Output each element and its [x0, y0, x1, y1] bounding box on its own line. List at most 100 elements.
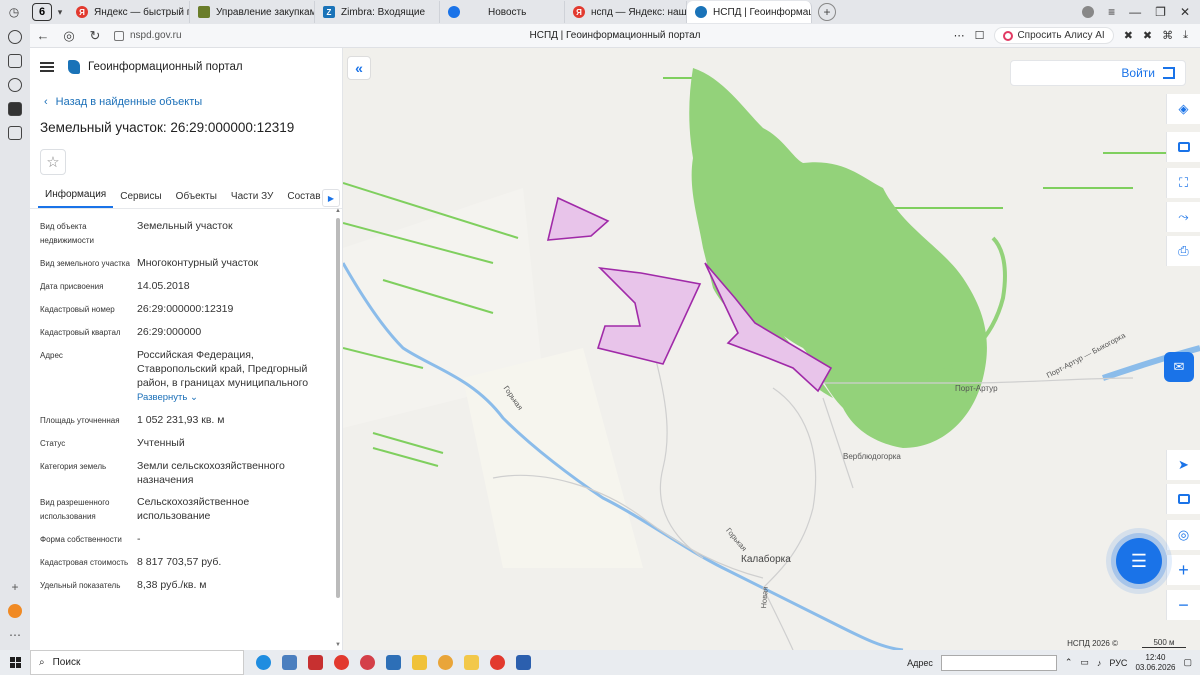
scroll-down-arrow-icon[interactable]: ▼	[335, 642, 341, 648]
tab-information[interactable]: Информация	[38, 189, 114, 208]
clock[interactable]: 12:40 03.06.2026	[1135, 653, 1175, 673]
taskbar-app[interactable]	[302, 650, 328, 675]
property-row: Вид объекта недвижимости Земельный участ…	[40, 219, 342, 248]
login-button[interactable]: Войти	[1010, 60, 1186, 86]
clock-icon[interactable]	[8, 30, 22, 44]
yandex-browser-icon	[333, 655, 349, 670]
tab-counter[interactable]: 6	[32, 3, 52, 21]
extension-icon[interactable]: ✖	[1124, 29, 1133, 42]
browser-logo-icon[interactable]	[8, 604, 22, 618]
browser-tab[interactable]: Я нспд — Яндекс: нашлось	[565, 1, 687, 23]
taskbar-app[interactable]	[276, 650, 302, 675]
restore-icon[interactable]: ❐	[1155, 5, 1166, 19]
tab-services[interactable]: Сервисы	[113, 191, 168, 208]
expand-address-link[interactable]: Развернуть ⌄	[137, 391, 317, 405]
taskbar-app[interactable]	[510, 650, 536, 675]
address-text: Российская Федерация, Ставропольский кра…	[137, 349, 309, 389]
taskbar-search[interactable]: ⌕ Поиск	[30, 650, 244, 675]
plus-icon[interactable]: +	[11, 580, 18, 594]
assistant-chat-button[interactable]: ☰	[1116, 538, 1162, 584]
panel-scrollbar[interactable]	[336, 218, 340, 598]
reload-icon[interactable]: ↻	[82, 28, 108, 44]
locate-button[interactable]: ➤	[1166, 450, 1200, 480]
back-arrow-icon[interactable]: ←	[30, 28, 56, 43]
minimap-button[interactable]	[1166, 484, 1200, 514]
minimize-icon[interactable]: —	[1129, 5, 1141, 19]
folder-icon	[463, 655, 479, 670]
network-icon[interactable]: ▭	[1080, 657, 1089, 668]
puzzle-icon[interactable]: ⌘	[1162, 29, 1173, 42]
language-indicator[interactable]: РУС	[1109, 658, 1127, 668]
geolocation-button[interactable]: ◎	[1166, 520, 1200, 550]
property-value: Многоконтурный участок	[137, 257, 259, 269]
address-toolbar-input[interactable]	[940, 654, 1057, 671]
taskbar-app[interactable]	[432, 650, 458, 675]
start-button[interactable]	[0, 650, 30, 675]
tab-objects[interactable]: Объекты	[169, 191, 224, 208]
map-view[interactable]: « Войти ◈ ⛶ ⤳ ⎙ ✉ ➤ ◎ + − ☰ Порт-Артур П…	[343, 48, 1200, 650]
app-icon	[359, 655, 375, 670]
taskbar-app[interactable]	[458, 650, 484, 675]
property-row: Форма собственности -	[40, 532, 342, 547]
portal-logo[interactable]	[68, 60, 80, 74]
parcel-contour[interactable]	[546, 196, 610, 241]
chevron-up-icon[interactable]: ⌃	[1065, 657, 1073, 668]
zoom-out-button[interactable]: −	[1166, 590, 1200, 620]
back-to-results-link[interactable]: ‹ Назад в найденные объекты	[30, 86, 342, 108]
taskbar-app[interactable]	[484, 650, 510, 675]
new-tab-button[interactable]: +	[818, 3, 836, 21]
taskbar-app[interactable]	[250, 650, 276, 675]
share-button[interactable]: ⤳	[1166, 202, 1200, 232]
chat-icon[interactable]: ✉	[1164, 352, 1194, 382]
download-icon[interactable]: ⤓	[1183, 29, 1188, 42]
select-area-button[interactable]: ⛶	[1166, 168, 1200, 198]
downloads-icon[interactable]	[8, 126, 22, 140]
app-icon	[437, 655, 453, 670]
browser-tab[interactable]: Управление закупками	[190, 1, 315, 23]
ask-alice-button[interactable]: Спросить Алису AI	[994, 27, 1114, 44]
measure-button[interactable]	[1166, 132, 1200, 162]
url-field[interactable]: nspd.gov.ru	[114, 30, 182, 41]
menu-icon[interactable]: ≡	[1108, 5, 1115, 19]
extension-icon[interactable]: ✖	[1143, 29, 1152, 42]
browser-tab-active[interactable]: НСПД | Геоинформация ✕	[687, 1, 812, 23]
collapse-panel-button[interactable]: «	[347, 56, 371, 80]
taskbar-app[interactable]	[328, 650, 354, 675]
collections-icon[interactable]	[8, 54, 22, 68]
taskbar-app[interactable]	[380, 650, 406, 675]
bookmark-icon[interactable]: ☐	[975, 29, 985, 42]
chevron-down-icon: ⌄	[190, 392, 198, 403]
close-window-icon[interactable]: ✕	[1180, 5, 1190, 19]
scroll-up-arrow-icon[interactable]: ▲	[335, 208, 341, 214]
tab-label: Zimbra: Входящие	[341, 6, 426, 18]
layers-button[interactable]: ◈	[1166, 94, 1200, 124]
history-icon[interactable]: ◷	[0, 0, 28, 24]
more-icon[interactable]: ⋯	[954, 29, 965, 42]
volume-icon[interactable]: ♪	[1097, 658, 1102, 668]
browser-tab[interactable]: Я Яндекс — быстрый поиск	[68, 1, 190, 23]
tabs-scroll-right-icon[interactable]: ▶	[322, 189, 340, 207]
play-icon[interactable]	[8, 78, 22, 92]
layers-icon: ◈	[1178, 101, 1189, 116]
profile-icon[interactable]	[1082, 6, 1095, 18]
hamburger-menu-icon[interactable]	[40, 62, 54, 72]
tab-composition[interactable]: Состав	[280, 191, 327, 208]
portal-name[interactable]: Геоинформационный портал	[88, 61, 243, 73]
protect-icon[interactable]: ◎	[56, 28, 82, 44]
taskbar-app[interactable]	[354, 650, 380, 675]
parcel-contour[interactable]	[596, 266, 702, 365]
tab-parcel-parts[interactable]: Части ЗУ	[224, 191, 280, 208]
place-label: Калаборка	[741, 554, 791, 565]
tabs-icon[interactable]	[8, 102, 22, 116]
taskbar-app[interactable]	[406, 650, 432, 675]
chevron-down-icon[interactable]: ▾	[52, 7, 68, 18]
browser-tab[interactable]: Z Zimbra: Входящие	[315, 1, 440, 23]
browser-tab[interactable]: Новость	[440, 1, 565, 23]
more-icon[interactable]: ⋯	[9, 628, 21, 642]
print-button[interactable]: ⎙	[1166, 236, 1200, 266]
notifications-icon[interactable]: ▢	[1183, 657, 1192, 668]
zoom-in-button[interactable]: +	[1166, 555, 1200, 585]
property-value: 1 052 231,93 кв. м	[137, 414, 225, 426]
site-info-icon[interactable]	[114, 30, 124, 41]
favorite-star-icon[interactable]: ☆	[40, 149, 66, 175]
